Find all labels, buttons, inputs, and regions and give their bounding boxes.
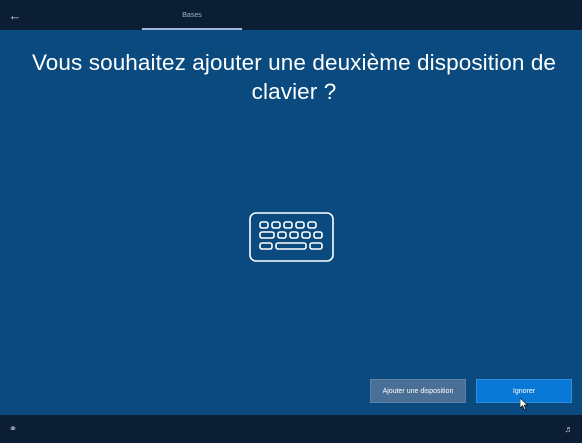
step-indicator <box>142 28 242 30</box>
step-tab-label: Bases <box>182 11 202 19</box>
bottom-bar: ⚭ ♬ <box>0 415 582 443</box>
oobe-window: ← Bases Vous souhaitez ajouter une deuxi… <box>0 0 582 443</box>
skip-button-label: Ignorer <box>512 387 536 395</box>
back-arrow-icon[interactable]: ← <box>6 6 24 24</box>
page-title: Vous souhaitez ajouter une deuxième disp… <box>31 50 557 104</box>
top-bar: ← Bases <box>0 0 582 30</box>
keyboard-icon <box>249 212 334 262</box>
add-layout-button[interactable]: Ajouter une disposition <box>370 379 466 403</box>
mouse-cursor-icon <box>520 398 529 410</box>
ease-of-access-icon[interactable]: ⚭ <box>6 422 20 436</box>
add-layout-button-label: Ajouter une disposition <box>382 387 454 395</box>
volume-icon[interactable]: ♬ <box>562 422 576 436</box>
step-tab-bases: Bases <box>142 0 242 30</box>
